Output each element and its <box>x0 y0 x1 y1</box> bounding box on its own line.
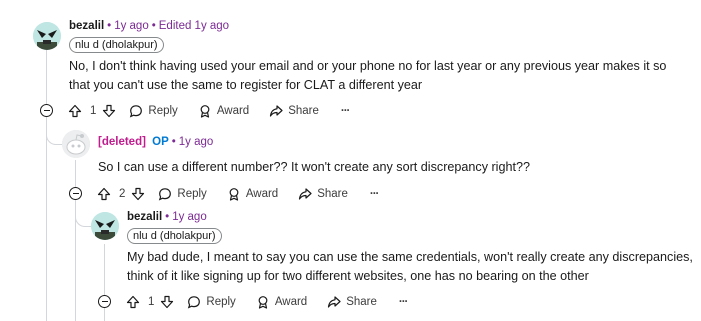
timestamp[interactable]: 1y ago <box>114 20 149 32</box>
timestamp[interactable]: 1y ago <box>172 211 207 223</box>
downvote-icon <box>132 187 145 201</box>
author-name: [deleted] <box>98 136 146 148</box>
avatar[interactable] <box>33 22 61 50</box>
upvote-icon <box>68 104 82 118</box>
downvote-icon <box>161 295 174 309</box>
more-options-button[interactable]: ··· <box>341 105 350 117</box>
share-button[interactable]: Share <box>269 104 319 118</box>
snoo-avatar-icon <box>33 22 61 50</box>
share-icon <box>270 105 283 117</box>
reply-icon <box>130 105 143 118</box>
reply-label: Reply <box>148 105 178 117</box>
avatar[interactable] <box>62 130 90 158</box>
avatar[interactable] <box>91 212 119 240</box>
edited-label: Edited 1y ago <box>158 20 230 32</box>
reply-button[interactable]: Reply <box>187 295 236 309</box>
comment-body: No, I don't think having used your email… <box>69 59 667 92</box>
downvote-icon <box>103 104 116 118</box>
reply-icon <box>159 188 172 201</box>
share-button[interactable]: Share <box>327 295 377 309</box>
comment-body: My bad dude, I meant to say you can use … <box>127 250 693 283</box>
award-label: Award <box>216 105 250 117</box>
share-label: Share <box>288 105 319 117</box>
award-icon <box>258 296 268 309</box>
user-flair: nlu d (dholakpur) <box>127 228 222 244</box>
more-options-button[interactable]: ··· <box>399 296 408 308</box>
upvote-button[interactable] <box>68 104 82 118</box>
share-label: Share <box>346 296 377 308</box>
op-badge: OP <box>152 136 169 148</box>
award-icon <box>229 188 239 201</box>
collapse-button[interactable] <box>40 104 53 117</box>
deleted-user-icon <box>62 130 90 158</box>
award-button[interactable]: Award <box>227 187 278 201</box>
author-name[interactable]: bezalil <box>127 211 162 223</box>
reply-label: Reply <box>206 296 236 308</box>
reply-label: Reply <box>177 188 207 200</box>
downvote-button[interactable] <box>102 104 116 118</box>
upvote-button[interactable] <box>97 187 111 201</box>
share-icon <box>328 296 341 308</box>
share-button[interactable]: Share <box>298 187 348 201</box>
downvote-button[interactable] <box>160 295 174 309</box>
upvote-icon <box>126 295 140 309</box>
share-label: Share <box>317 188 348 200</box>
vote-count: 2 <box>119 188 126 200</box>
award-label: Award <box>274 296 308 308</box>
award-icon <box>200 105 210 118</box>
collapse-button[interactable] <box>69 187 82 200</box>
collapse-button[interactable] <box>98 295 111 308</box>
snoo-avatar-icon <box>91 212 119 240</box>
timestamp[interactable]: 1y ago <box>179 136 214 148</box>
award-button[interactable]: Award <box>198 104 249 118</box>
reply-icon <box>188 296 201 309</box>
downvote-button[interactable] <box>131 187 145 201</box>
reply-button[interactable]: Reply <box>129 104 178 118</box>
reply-button[interactable]: Reply <box>158 187 207 201</box>
vote-count: 1 <box>90 105 97 117</box>
award-button[interactable]: Award <box>256 295 307 309</box>
share-icon <box>299 188 312 200</box>
upvote-button[interactable] <box>126 295 140 309</box>
comment-body: So I can use a different number?? It won… <box>98 160 530 174</box>
author-name[interactable]: bezalil <box>69 20 104 32</box>
award-label: Award <box>245 188 279 200</box>
vote-count: 1 <box>148 296 155 308</box>
more-options-button[interactable]: ··· <box>370 188 379 200</box>
upvote-icon <box>97 187 111 201</box>
user-flair: nlu d (dholakpur) <box>69 37 164 53</box>
